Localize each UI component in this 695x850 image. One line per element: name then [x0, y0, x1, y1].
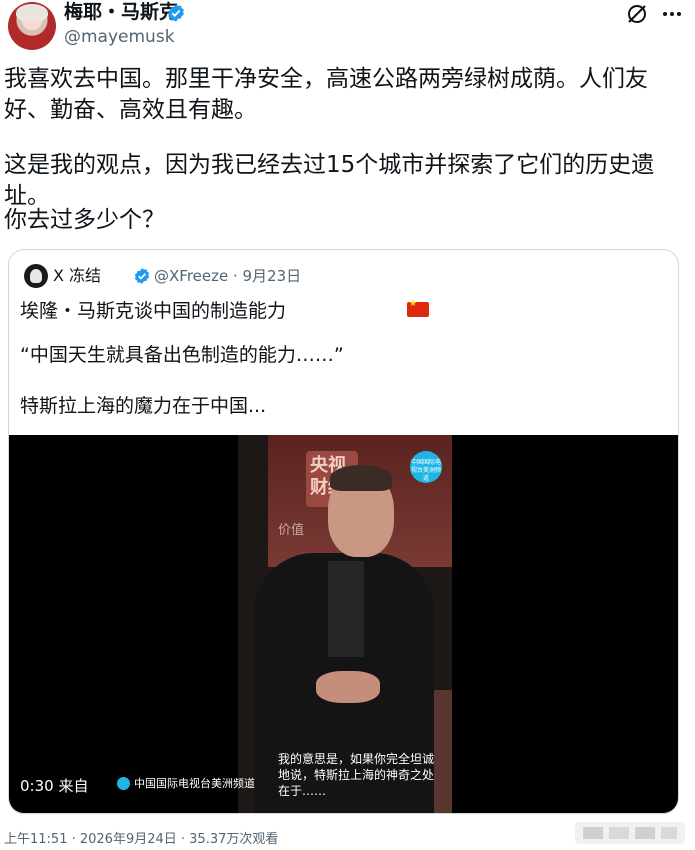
video-duration: 0:30 来自	[20, 777, 89, 795]
quoted-author-avatar[interactable]	[24, 264, 48, 288]
backdrop-text: 价值	[278, 523, 305, 538]
tweet-paragraph-3: 你去过多少个？	[4, 207, 165, 233]
grok-icon[interactable]	[625, 2, 649, 26]
tweet-timestamp-views: 上午11:51 · 2026年9月24日 · 35.37万次观看	[4, 832, 279, 847]
quoted-display-name[interactable]: X 冻结	[53, 266, 101, 286]
tweet-paragraph-1: 我喜欢去中国。那里干净安全，高速公路两旁绿树成荫。人们友好、勤奋、高效且有趣。	[4, 66, 648, 123]
china-flag-icon	[407, 299, 429, 317]
watermark-icon	[575, 822, 685, 844]
author-avatar[interactable]	[8, 2, 56, 50]
quoted-line-2: “中国天生就具备出色制造的能力……”	[20, 344, 344, 366]
video-subtitle: 我的意思是，如果你完全坦诚地说，特斯拉上海的神奇之处在于……	[278, 752, 435, 798]
quoted-handle-date: @XFreeze · 9月23日	[154, 267, 302, 285]
quoted-verified-badge-icon	[134, 268, 150, 284]
author-display-name[interactable]: 梅耶・马斯克	[64, 0, 178, 24]
verified-badge-icon	[168, 4, 184, 22]
speaker-hair	[330, 465, 392, 491]
video-frame: 央视 财经 价值 中国国际电视台美洲频道 我的意思是，如果你完全坦诚地说，特斯拉…	[238, 435, 452, 813]
speaker-hands	[316, 671, 380, 703]
quoted-line-3: 特斯拉上海的魔力在于中国...	[20, 395, 267, 417]
more-icon[interactable]	[660, 2, 684, 26]
quoted-line-1: 埃隆・马斯克谈中国的制造能力	[20, 300, 287, 322]
channel-icon	[117, 777, 130, 790]
video-source-channel[interactable]: 中国国际电视台美洲频道	[134, 776, 255, 792]
video-player[interactable]: 央视 财经 价值 中国国际电视台美洲频道 我的意思是，如果你完全坦诚地说，特斯拉…	[9, 435, 678, 813]
channel-logo: 中国国际电视台美洲频道	[410, 451, 442, 483]
tweet-paragraph-2: 这是我的观点，因为我已经去过15个城市并探索了它们的历史遗址。	[4, 152, 655, 209]
author-handle[interactable]: @mayemusk	[64, 27, 175, 47]
speaker-shirt	[328, 561, 364, 657]
